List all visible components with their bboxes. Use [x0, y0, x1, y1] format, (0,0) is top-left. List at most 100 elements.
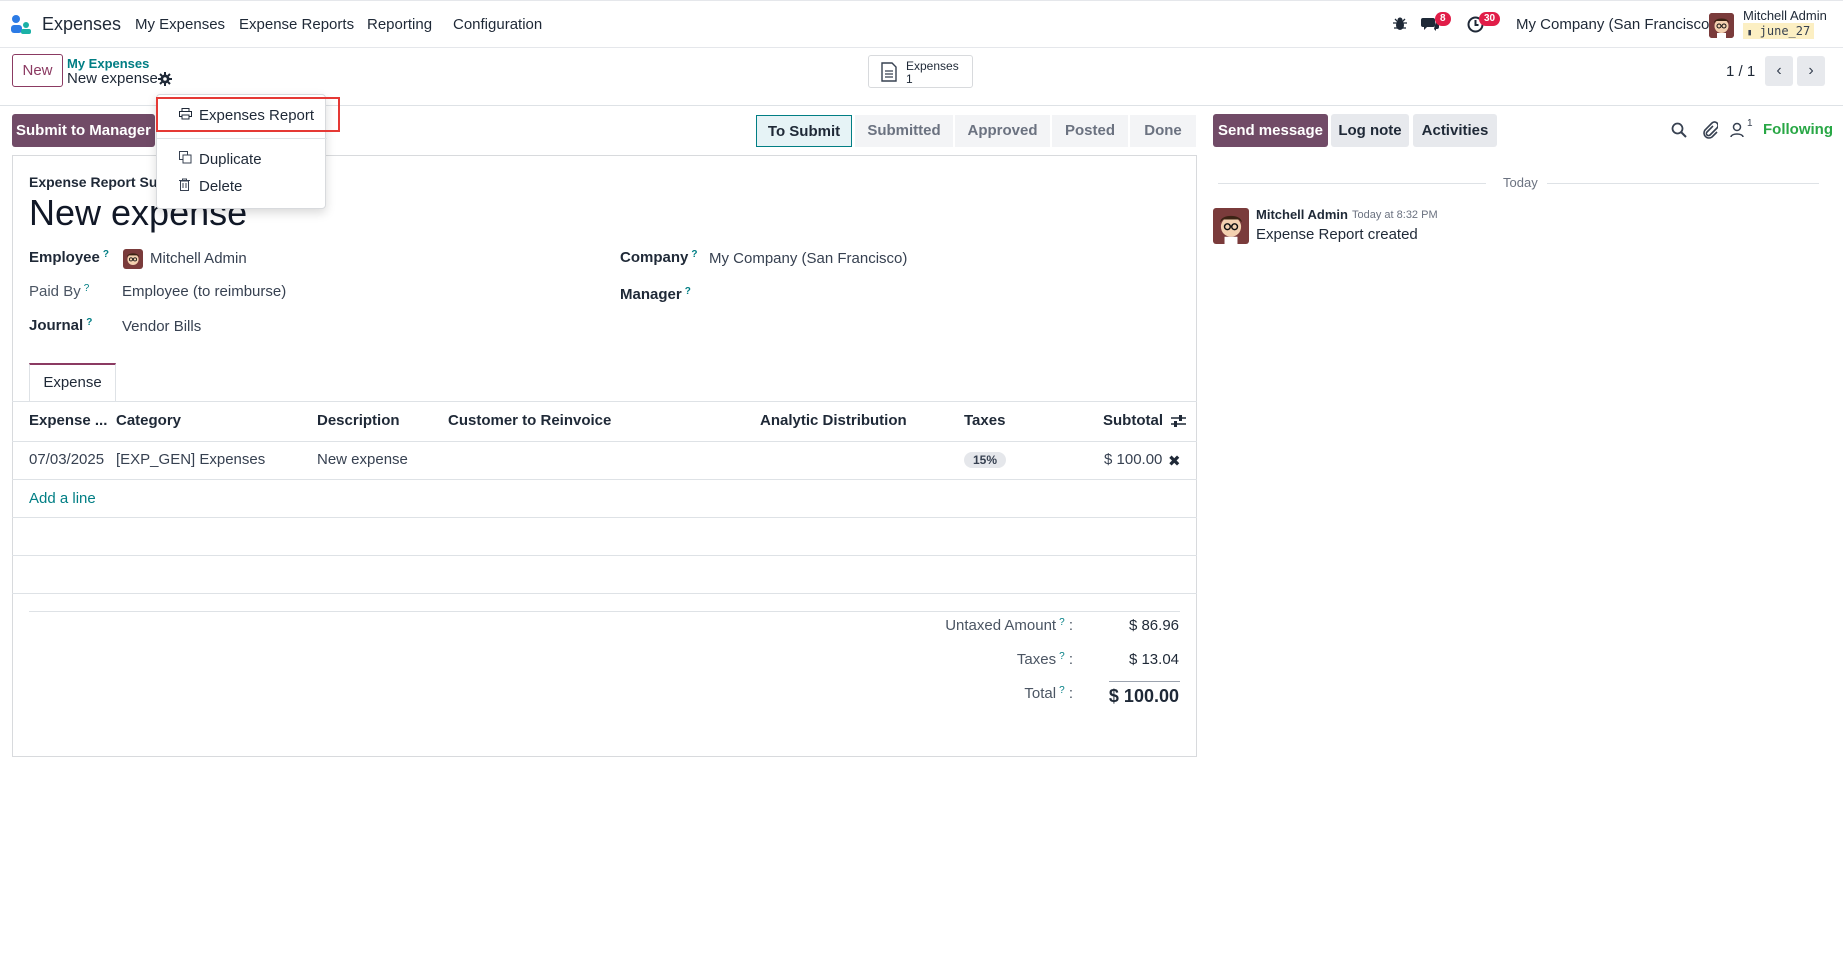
paid-by-label-text: Paid By	[29, 283, 81, 300]
stage-posted[interactable]: Posted	[1052, 115, 1128, 147]
stage-done[interactable]: Done	[1130, 115, 1196, 147]
duplicate-item[interactable]: Duplicate	[157, 147, 327, 173]
taxes-total-label: Taxes? :	[1016, 651, 1073, 668]
activities-badge: 30	[1479, 12, 1501, 26]
smart-button-label: Expenses	[906, 59, 959, 73]
help-icon[interactable]: ?	[84, 283, 90, 294]
help-icon[interactable]: ?	[1059, 651, 1065, 662]
following-button[interactable]: Following	[1763, 121, 1833, 138]
col-category[interactable]: Category	[116, 412, 181, 429]
row-date[interactable]: 07/03/2025	[29, 451, 104, 468]
delete-row-icon[interactable]: ✖	[1168, 452, 1181, 470]
taxes-label-text: Taxes	[1016, 651, 1057, 668]
stage-submitted[interactable]: Submitted	[855, 115, 953, 147]
company-field[interactable]: My Company (San Francisco)	[709, 250, 907, 267]
search-icon[interactable]	[1671, 122, 1687, 142]
employee-avatar	[123, 249, 143, 269]
col-subtotal[interactable]: Subtotal	[1103, 412, 1163, 429]
col-expense-date[interactable]: Expense ...	[29, 412, 107, 429]
smart-button-count: 1	[906, 72, 913, 86]
highlight-box	[156, 97, 340, 132]
column-settings-icon[interactable]	[1171, 414, 1186, 432]
paperclip-icon[interactable]	[1702, 121, 1719, 143]
new-button[interactable]: New	[12, 54, 63, 87]
breadcrumb-current: New expense	[67, 70, 158, 87]
menu-my-expenses[interactable]: My Expenses	[135, 16, 225, 33]
untaxed-value: $ 86.96	[1128, 617, 1179, 634]
journal-field[interactable]: Vendor Bills	[122, 318, 201, 335]
pager-next-button[interactable]: ›	[1797, 56, 1825, 86]
db-badge: ▮ june_27	[1743, 23, 1815, 39]
delete-item[interactable]: Delete	[157, 174, 327, 200]
employee-label-text: Employee	[29, 249, 100, 266]
row-subtotal: $ 100.00	[1104, 451, 1163, 468]
followers-count: 1	[1747, 118, 1753, 129]
help-icon[interactable]: ?	[1059, 617, 1065, 628]
help-icon[interactable]: ?	[1059, 685, 1065, 696]
col-description[interactable]: Description	[317, 412, 400, 429]
help-icon[interactable]: ?	[685, 286, 691, 297]
untaxed-label-text: Untaxed Amount	[945, 617, 1057, 634]
expenses-app-icon[interactable]	[10, 14, 32, 36]
help-icon[interactable]: ?	[103, 249, 109, 260]
pager-value[interactable]: 1 / 1	[1726, 63, 1755, 80]
user-avatar[interactable]	[1709, 13, 1734, 38]
row-description[interactable]: New expense	[317, 451, 408, 468]
menu-expense-reports[interactable]: Expense Reports	[239, 16, 354, 33]
taxes-value: $ 13.04	[1128, 651, 1179, 668]
add-line-link[interactable]: Add a line	[29, 490, 96, 507]
pager-prev-button[interactable]: ‹	[1765, 56, 1793, 86]
database-icon: ▮	[1747, 28, 1753, 38]
total-value: $ 100.00	[1108, 686, 1179, 706]
stage-approved[interactable]: Approved	[955, 115, 1050, 147]
log-note-button[interactable]: Log note	[1331, 114, 1409, 147]
row-border-2	[12, 517, 1197, 518]
employee-field[interactable]: Mitchell Admin	[150, 250, 247, 267]
menu-reporting[interactable]: Reporting	[367, 16, 432, 33]
company-switcher[interactable]: My Company (San Francisco)	[1516, 16, 1714, 33]
help-icon[interactable]: ?	[691, 249, 697, 260]
col-analytic[interactable]: Analytic Distribution	[760, 412, 907, 429]
delete-label: Delete	[199, 178, 243, 195]
tax-tag[interactable]: 15%	[964, 452, 1007, 468]
chevron-left-icon: ‹	[1776, 62, 1782, 79]
col-taxes[interactable]: Taxes	[964, 412, 1005, 429]
top-navbar: Expenses My Expenses Expense Reports Rep…	[0, 0, 1843, 48]
expenses-smart-button[interactable]: Expenses 1	[868, 55, 973, 88]
col-customer[interactable]: Customer to Reinvoice	[448, 412, 611, 429]
row-border-4	[12, 593, 1197, 594]
tab-underline	[12, 401, 1197, 402]
employee-label: Employee?	[29, 249, 109, 266]
date-separator-right	[1547, 183, 1819, 184]
messages-badge: 8	[1435, 12, 1451, 26]
dropdown-divider	[157, 138, 327, 139]
activities-button[interactable]: Activities	[1413, 114, 1497, 147]
help-icon[interactable]: ?	[86, 317, 92, 328]
company-label: Company?	[620, 249, 697, 266]
tab-expense[interactable]: Expense	[29, 363, 116, 402]
manager-label-text: Manager	[620, 286, 682, 303]
followers-icon[interactable]	[1730, 122, 1744, 142]
row-category[interactable]: [EXP_GEN] Expenses	[116, 451, 265, 468]
breadcrumb-parent[interactable]: My Expenses	[67, 56, 149, 71]
message-author[interactable]: Mitchell Admin	[1256, 207, 1348, 222]
db-name: june_27	[1759, 24, 1811, 38]
message-avatar	[1213, 208, 1249, 244]
submit-to-manager-button[interactable]: Submit to Manager	[12, 114, 155, 147]
app-name[interactable]: Expenses	[42, 14, 121, 35]
paid-by-field[interactable]: Employee (to reimburse)	[122, 283, 286, 300]
total-label-text: Total	[1024, 685, 1057, 702]
message-body: Expense Report created	[1256, 226, 1418, 243]
stage-to-submit[interactable]: To Submit	[756, 115, 852, 147]
journal-label-text: Journal	[29, 317, 84, 334]
message-time: Today at 8:32 PM	[1352, 209, 1438, 221]
bug-icon[interactable]	[1392, 16, 1408, 36]
gear-icon[interactable]	[158, 72, 172, 90]
send-message-button[interactable]: Send message	[1213, 114, 1328, 147]
untaxed-label: Untaxed Amount? :	[945, 617, 1073, 634]
date-separator-left	[1218, 183, 1486, 184]
user-name[interactable]: Mitchell Admin	[1743, 8, 1827, 23]
menu-configuration[interactable]: Configuration	[453, 16, 542, 33]
manager-label: Manager?	[620, 286, 691, 303]
totals-divider	[29, 611, 1180, 612]
